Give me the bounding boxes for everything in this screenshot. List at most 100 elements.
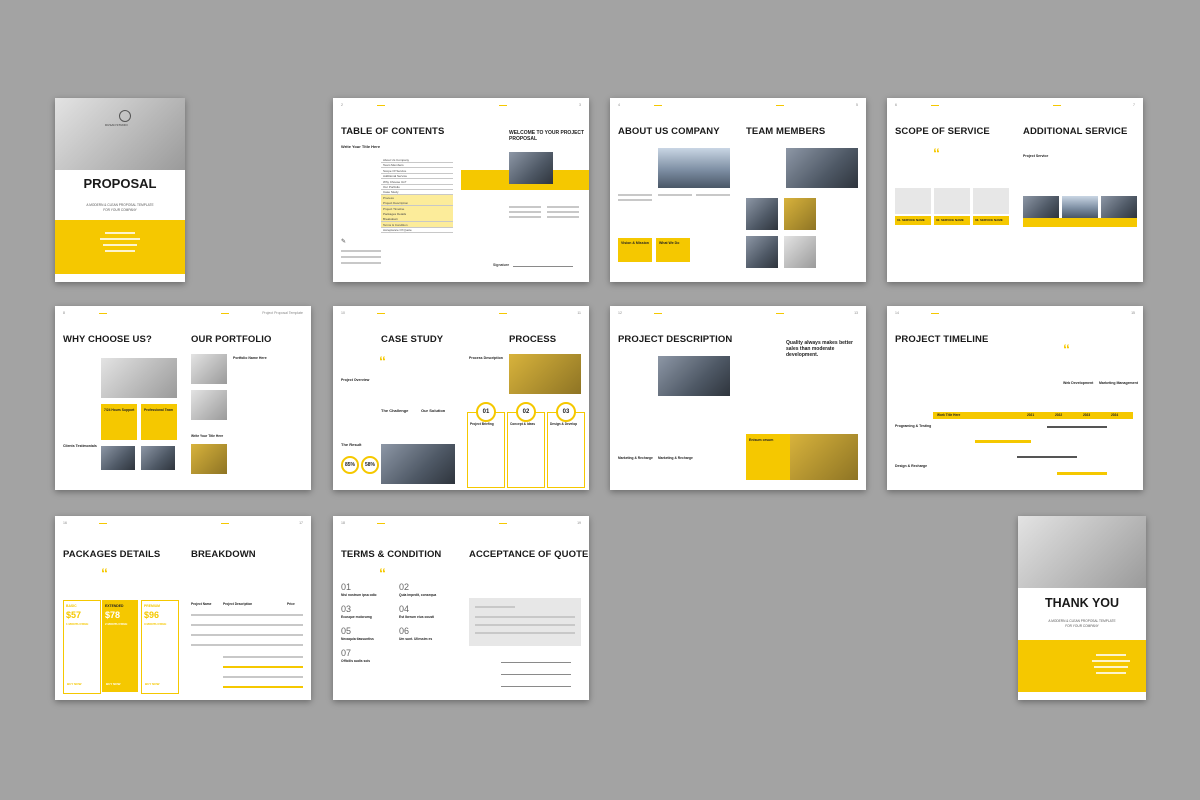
signature-label: Signature <box>493 263 510 267</box>
package-term: 2 MONTH FREE <box>105 622 128 626</box>
case-study-title: CASE STUDY <box>381 334 444 345</box>
cover-yellow-block <box>55 220 185 274</box>
package-name: PREMIUM <box>144 604 161 608</box>
quality-quote: Quality always makes better sales than m… <box>786 340 853 358</box>
spread-project-timeline: 14 15 PROJECT TIMELINE “ Web Development … <box>887 306 1143 490</box>
term-title: Ecusque molorumg <box>341 615 372 619</box>
yellow-box-title: Enisum orsum <box>749 438 774 442</box>
portfolio-write-title: Write Your Title Here <box>191 434 224 438</box>
scope-title: SCOPE OF SERVICE <box>895 126 990 137</box>
term-number: 02 <box>399 582 410 592</box>
cover-photo: DUSAN STUDIO <box>55 98 185 170</box>
project-service-label: Project Service <box>1023 154 1049 158</box>
timeline-header-cell: 2022 <box>1055 413 1063 417</box>
why-title: WHY CHOOSE US? <box>63 334 152 345</box>
back-yellow-block <box>1018 640 1146 692</box>
term-number: 07 <box>341 648 352 658</box>
challenge-label: The Challenge <box>381 408 409 413</box>
breakdown-title: BREAKDOWN <box>191 549 256 560</box>
result-percent-1: 85% <box>341 456 359 474</box>
city-photo <box>658 148 730 188</box>
term-title: Officilis audis sois <box>341 659 371 663</box>
term-number: 03 <box>341 604 352 614</box>
term-title: Est Iberum eius ocusti <box>399 615 435 619</box>
cover-logo-text: DUSAN STUDIO <box>105 123 128 127</box>
timeline-header-cell: Work Title Here <box>937 413 961 417</box>
acceptance-title: ACCEPTANCE OF QUOTE <box>469 549 589 560</box>
spread-case-process: 10 CASE STUDY Project Overview “ The Cha… <box>333 306 589 490</box>
package-price: $57 <box>66 610 82 620</box>
cover-subtitle-2: FOR YOUR COMPANY <box>103 208 137 212</box>
packages-title: PACKAGES DETAILS <box>63 549 161 560</box>
package-name: BASIC <box>66 604 77 608</box>
cover-page: DUSAN STUDIO PROPOSAL A MODERN & CLEAN P… <box>55 98 185 282</box>
process-step-title: Concept & Ideas <box>510 422 535 426</box>
toc-title: TABLE OF CONTENTS <box>341 126 445 137</box>
breakdown-header-cell: Project Name <box>191 602 212 606</box>
team-label: Professional Team <box>144 408 174 412</box>
term-number: 06 <box>399 626 410 636</box>
process-title: PROCESS <box>509 334 557 345</box>
thank-you-title: THANK YOU <box>1044 596 1120 610</box>
process-step-number: 03 <box>556 402 576 422</box>
spread-packages-breakdown: 16 PACKAGES DETAILS “ BASIC $57 1 MONTH FR… <box>55 516 311 700</box>
timeline-title: PROJECT TIMELINE <box>895 334 989 345</box>
back-subtitle-2: FOR YOUR COMPANY <box>1065 624 1099 628</box>
timeline-header-cell: 2024 <box>1111 413 1119 417</box>
service-name: 01. SERVICE NAME <box>897 218 925 222</box>
toc-divider <box>381 232 453 233</box>
spread-project-description: 12 PROJECT DESCRIPTION Marketing & Recha… <box>610 306 866 490</box>
process-step-number: 02 <box>516 402 536 422</box>
result-label: The Result <box>341 442 362 447</box>
what-we-do-label: What We Do <box>659 241 680 245</box>
service-name: 03. SERVICE NAME <box>975 218 1003 222</box>
spread-why-portfolio: 8 WHY CHOOSE US? 7/24 Hours Support Prof… <box>55 306 311 490</box>
timeline-header-cell: 2023 <box>1083 413 1091 417</box>
portfolio-name: Portfolio Name Here <box>233 356 267 360</box>
overview-label: Project Overview <box>341 378 370 382</box>
logo-icon <box>119 110 131 122</box>
pen-icon: ✎ <box>341 239 347 245</box>
process-step-title: Design & Develop <box>550 422 578 426</box>
package-price: $78 <box>105 610 121 620</box>
toc-write-title: Write Your Title Here <box>341 144 381 149</box>
cover-subtitle: A MODERN & CLEAN PROPOSAL TEMPLATE <box>86 203 154 207</box>
project-description-title: PROJECT DESCRIPTION <box>618 334 733 345</box>
marketing-label-2: Marketing & Recharge <box>658 456 693 460</box>
back-subtitle: A MODERN & CLEAN PROPOSAL TEMPLATE <box>1048 619 1116 623</box>
quote-icon: “ <box>933 145 940 161</box>
result-percent-2: 58% <box>361 456 379 474</box>
term-number: 01 <box>341 582 352 592</box>
term-title: Um sunt. Ullessim es <box>399 637 433 641</box>
timeline-header-cell: 2021 <box>1027 413 1035 417</box>
package-buy-button: BUY NOW <box>145 682 160 686</box>
about-title: ABOUT US COMPANY <box>618 126 720 137</box>
testimonial-label: Clients Testimonials <box>63 444 97 448</box>
term-title: Quia impedit, consequa <box>399 593 437 597</box>
breakdown-header-cell: Price <box>287 602 295 606</box>
template-preview-stage: DUSAN STUDIO PROPOSAL A MODERN & CLEAN P… <box>0 0 1200 800</box>
programming-label: Programing & Testing <box>895 424 932 428</box>
vision-label: Vision & Mission <box>621 241 649 245</box>
welcome-heading: WELCOME TO YOUR PROJECT PROPOSAL <box>509 130 585 142</box>
spread-scope-additional: 6 SCOPE OF SERVICE “ 01. SERVICE NAME 02.… <box>887 98 1143 282</box>
package-buy-button: BUY NOW <box>67 682 82 686</box>
web-dev-label: Web Development <box>1063 381 1094 385</box>
team-title: TEAM MEMBERS <box>746 126 826 137</box>
portfolio-title: OUR PORTFOLIO <box>191 334 272 345</box>
spread-terms-acceptance: 18 TERMS & CONDITION “ 01 Nisi nostrum ip… <box>333 516 589 700</box>
design-label: Design & Recharge <box>895 464 928 468</box>
package-price: $96 <box>144 610 160 620</box>
breakdown-header-cell: Project Description <box>223 602 253 606</box>
term-number: 05 <box>341 626 352 636</box>
service-name: 02. SERVICE NAME <box>936 218 964 222</box>
package-buy-button: BUY NOW <box>106 682 121 686</box>
term-title: Necaquia tiassuntiss <box>341 637 374 641</box>
cover-title: PROPOSAL <box>83 176 157 191</box>
support-label: 7/24 Hours Support <box>104 408 135 412</box>
spread-table-of-contents: 2 TABLE OF CONTENTS Write Your Title Her… <box>333 98 589 282</box>
solution-label: Our Solution <box>421 408 446 413</box>
process-step-title: Project Briefing <box>470 422 494 426</box>
package-term: 1 MONTH FREE <box>66 622 89 626</box>
terms-title: TERMS & CONDITION <box>341 549 442 560</box>
